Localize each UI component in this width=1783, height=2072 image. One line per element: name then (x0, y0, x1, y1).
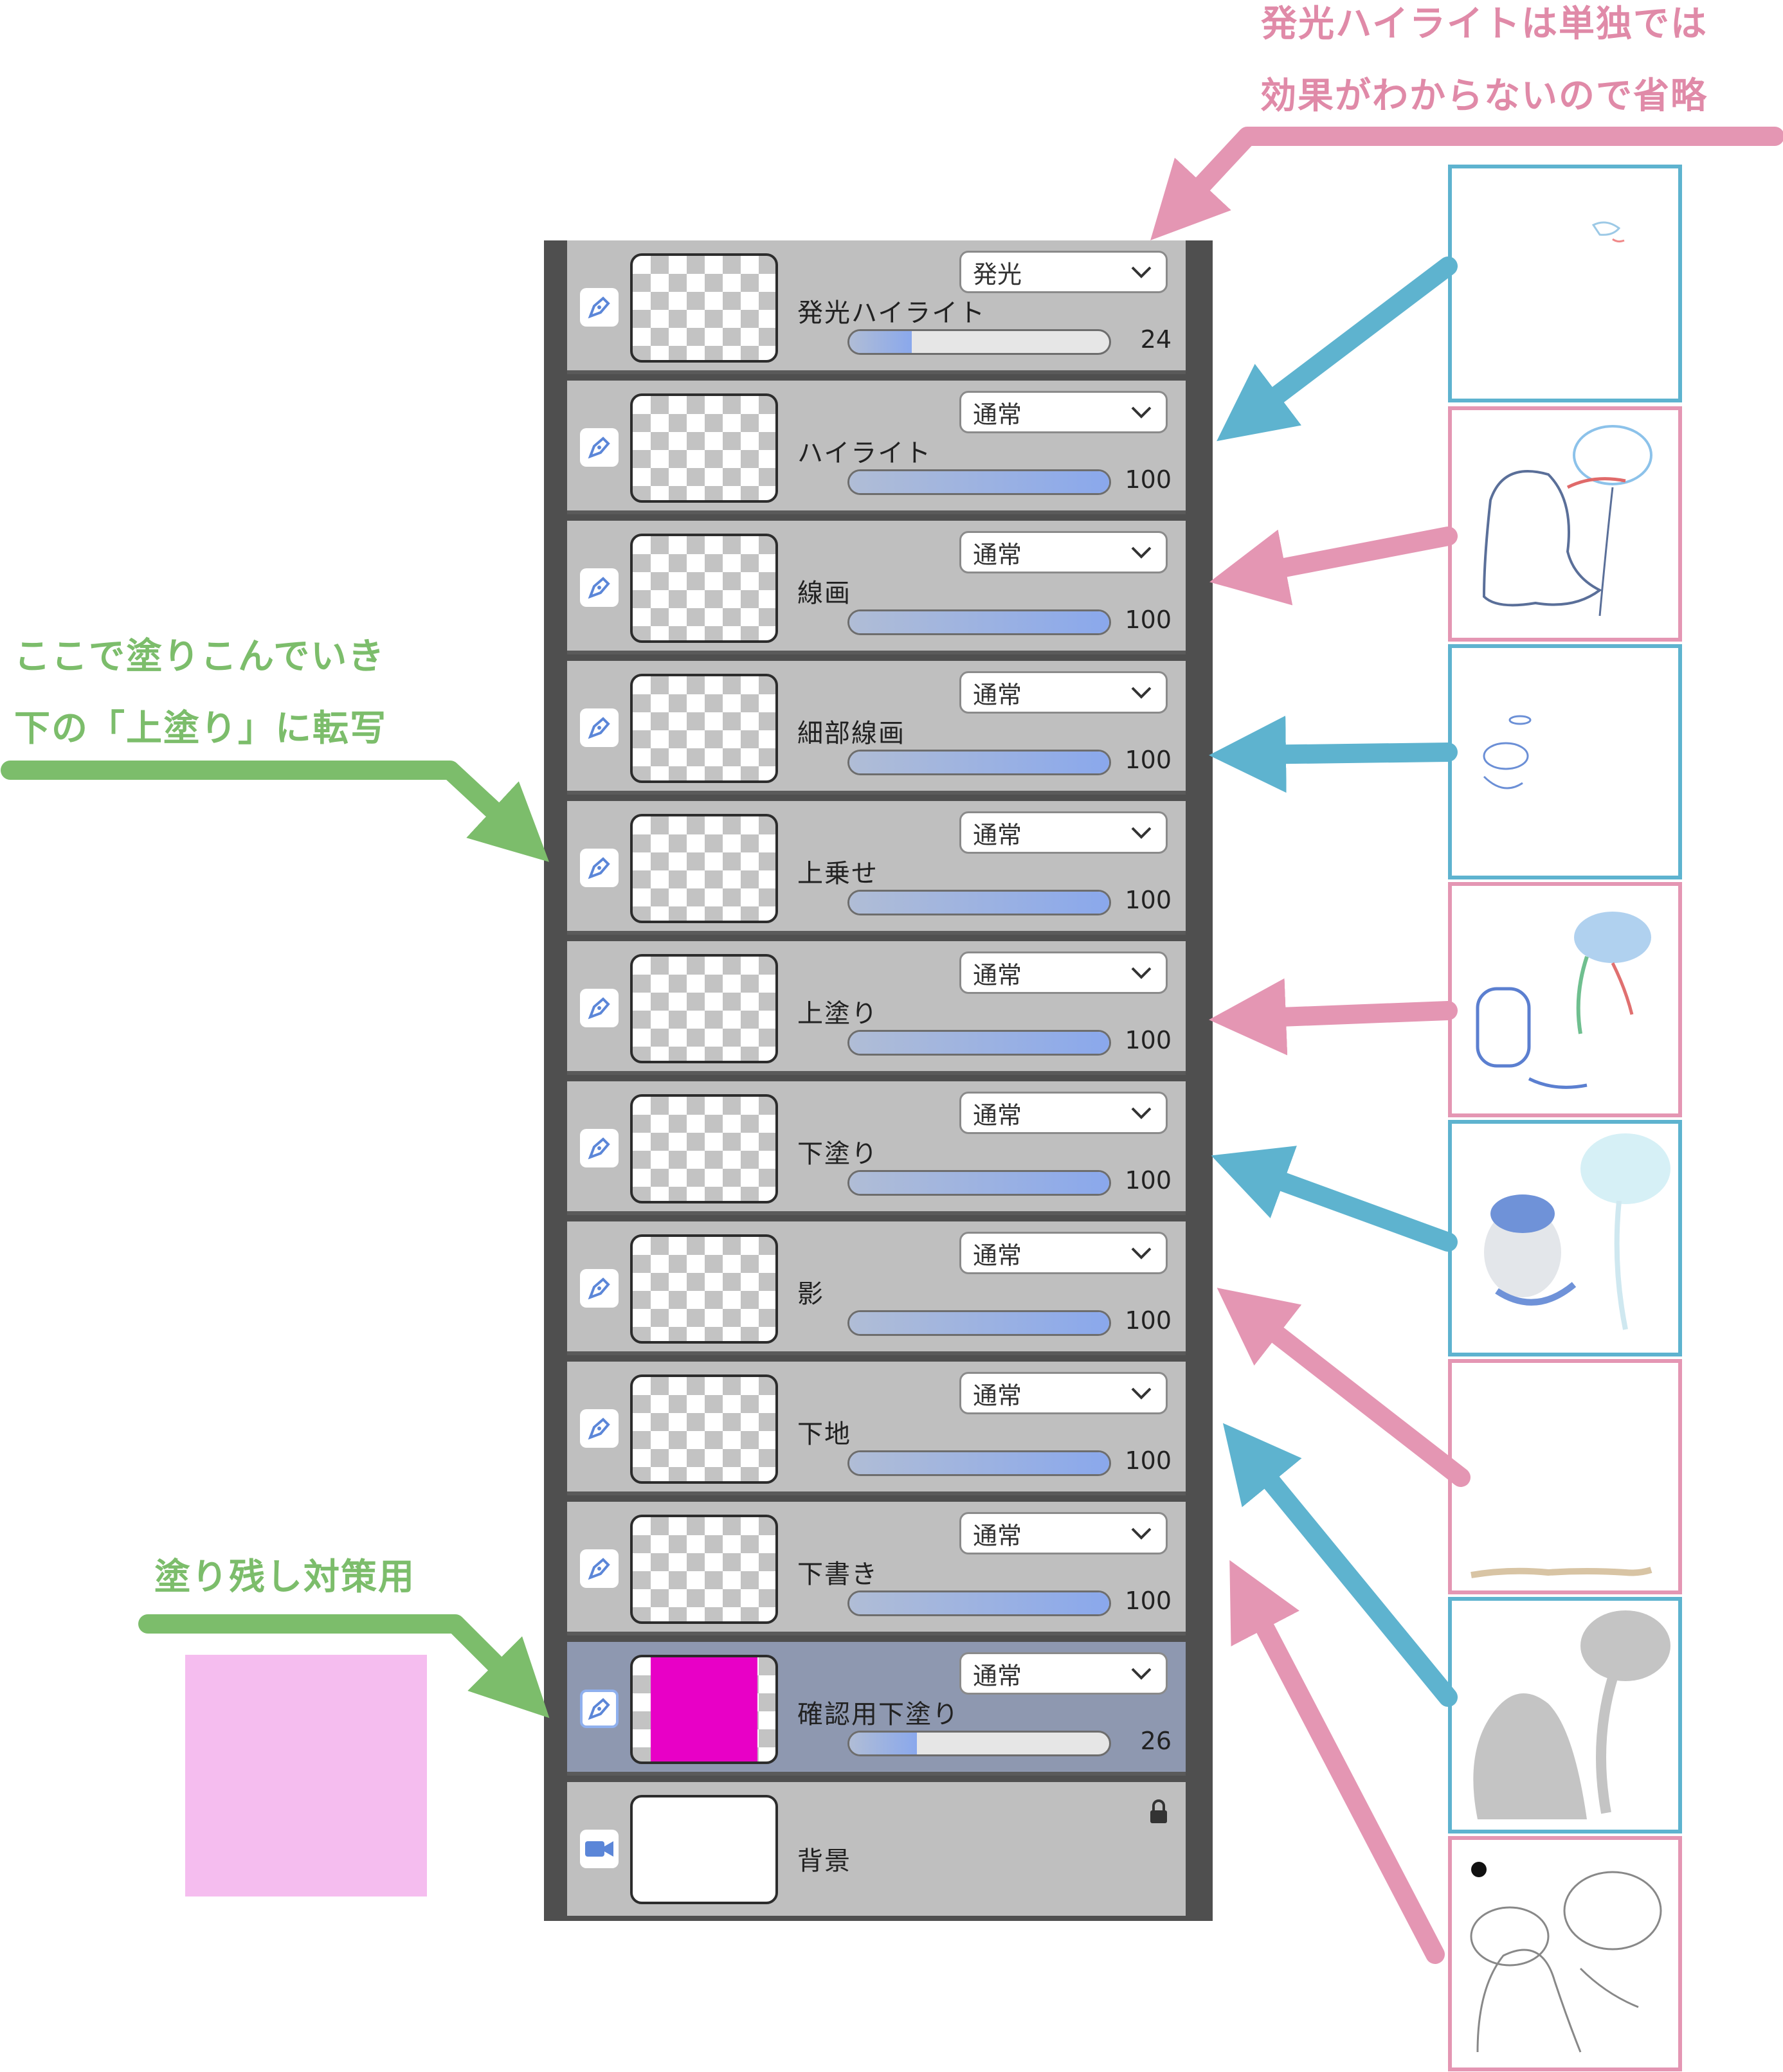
arrow-lineart (1209, 527, 1458, 606)
arrow-paint-here (1, 761, 549, 862)
arrow-highlight (1217, 257, 1458, 442)
arrow-base-paint (1211, 1146, 1458, 1252)
arrow-omit-glow (1150, 127, 1783, 240)
arrow-shadow (1217, 1288, 1471, 1487)
arrow-detail-lineart (1209, 716, 1458, 793)
annotation-arrows (1, 127, 1783, 1964)
arrow-leftover-guard (138, 1614, 550, 1718)
arrow-top-paint (1209, 978, 1458, 1056)
